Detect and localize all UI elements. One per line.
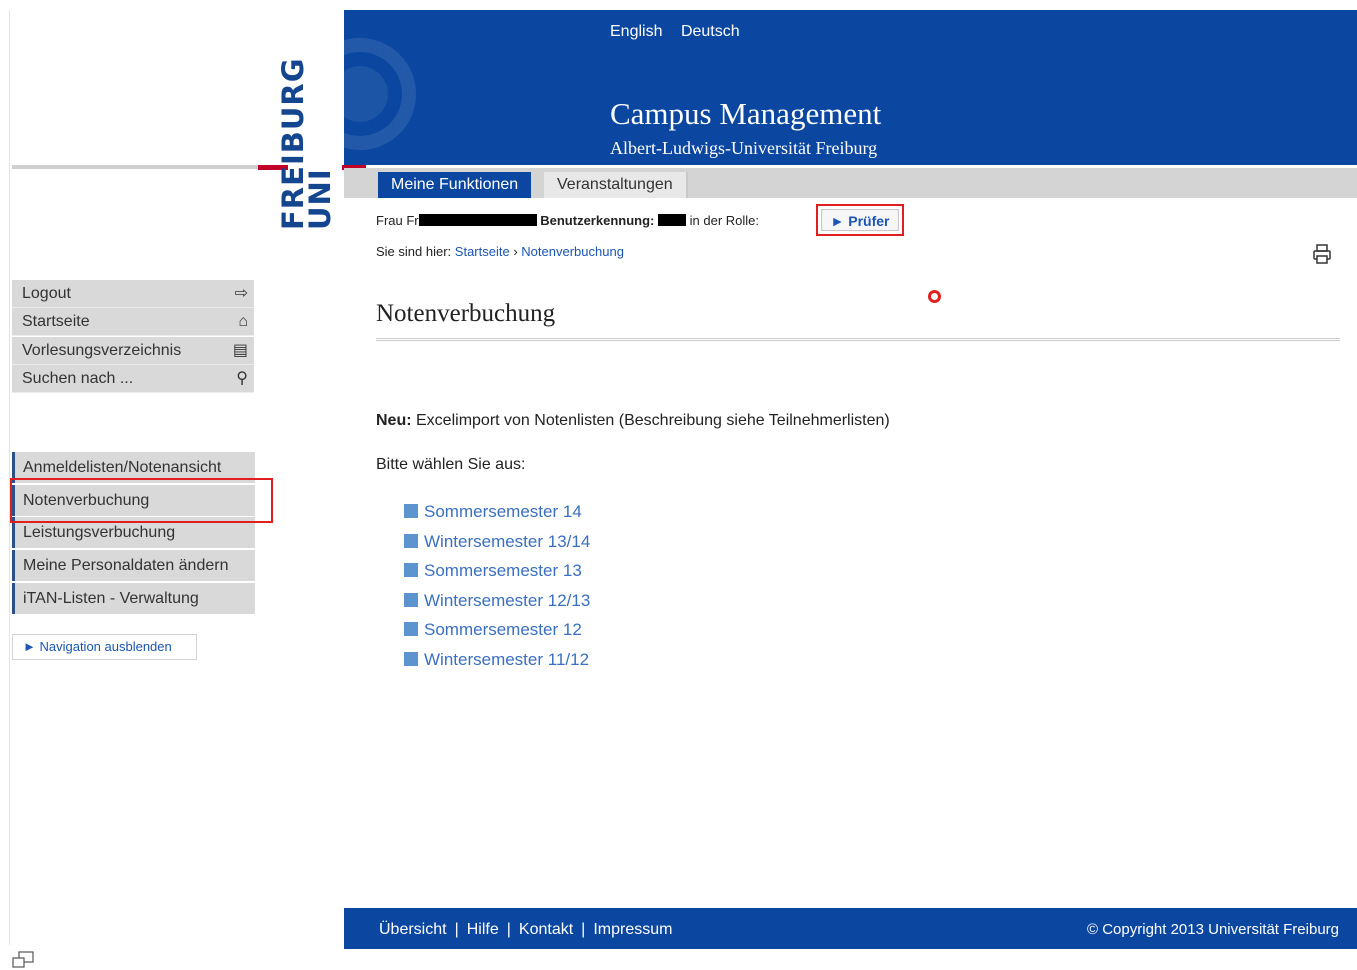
- site-footer: Übersicht | Hilfe | Kontakt | Impressum © Copy…: [344, 908, 1357, 949]
- breadcrumb-separator: ›: [513, 244, 518, 259]
- redacted-id: [658, 214, 686, 226]
- sidebar-item-label: Vorlesungsverzeichnis: [22, 341, 182, 359]
- tab-veranstaltungen[interactable]: Veranstaltungen: [544, 172, 688, 198]
- university-logo[interactable]: FREIBURG UNI: [276, 57, 337, 230]
- title-divider: [376, 338, 1340, 341]
- tab-bar: Meine Funktionen Veranstaltungen: [344, 168, 1357, 198]
- sidebar-item-itan-listen[interactable]: iTAN-Listen - Verwaltung: [12, 582, 255, 614]
- breadcrumb-startseite[interactable]: Startseite: [455, 244, 510, 259]
- breadcrumb: Sie sind hier: Startseite › Notenverbuch…: [376, 244, 624, 259]
- bullet-square-icon: [404, 504, 418, 518]
- catalog-icon: ▤: [232, 341, 248, 359]
- bullet-square-icon: [404, 622, 418, 637]
- language-switcher: English Deutsch: [610, 23, 754, 41]
- role-highlight: ► Prüfer: [816, 204, 904, 236]
- sidebar-item-vorlesungsverzeichnis[interactable]: Vorlesungsverzeichnis ▤: [12, 336, 254, 365]
- logout-icon: ⇨: [234, 285, 248, 302]
- nav-highlight: [10, 478, 273, 523]
- cursor-marker: [928, 290, 941, 303]
- semester-label: Wintersemester 13/14: [424, 531, 591, 551]
- user-id-label: Benutzerkennung:: [540, 213, 655, 228]
- redacted-name: [418, 214, 537, 226]
- page-title: Notenverbuchung: [376, 300, 556, 327]
- enlarge-icon[interactable]: [10, 950, 38, 970]
- tab-meine-funktionen[interactable]: Meine Funktionen: [378, 172, 532, 198]
- semester-label: Sommersemester 13: [424, 561, 582, 581]
- news-label: Neu:: [376, 412, 412, 429]
- semester-label: Sommersemester 12: [424, 620, 582, 640]
- sidebar-item-label: Suchen nach ...: [22, 369, 134, 387]
- semester-link[interactable]: Sommersemester 13: [404, 561, 590, 591]
- semester-link[interactable]: Wintersemester 11/12: [404, 650, 590, 680]
- footer-link-kontakt[interactable]: Kontakt: [519, 921, 573, 938]
- site-title: Campus Management: [610, 96, 882, 131]
- role-pruefer-button[interactable]: ► Prüfer: [821, 209, 899, 231]
- logo-uni: UNI: [303, 168, 337, 230]
- sidebar-function-nav: Anmeldelisten/Notenansicht Notenverbuchu…: [12, 452, 255, 615]
- site-subtitle: Albert-Ludwigs-Universität Freiburg: [610, 138, 878, 158]
- sidebar-item-personaldaten[interactable]: Meine Personaldaten ändern: [12, 550, 255, 582]
- search-icon: ⚲: [236, 369, 248, 387]
- footer-separator: |: [581, 921, 586, 938]
- bullet-square-icon: [404, 563, 418, 578]
- copyright-text: © Copyright 2013 Universität Freiburg: [1087, 921, 1339, 938]
- footer-link-uebersicht[interactable]: Übersicht: [379, 921, 447, 938]
- breadcrumb-prefix: Sie sind hier:: [376, 244, 452, 259]
- sidebar-item-logout[interactable]: Logout ⇨: [12, 280, 254, 308]
- semester-link[interactable]: Sommersemester 12: [404, 620, 590, 650]
- user-info: Frau Fr Benutzerkennung: in der Rolle:: [376, 213, 759, 228]
- sidebar-item-label: Startseite: [22, 313, 90, 331]
- semester-link[interactable]: Wintersemester 12/13: [404, 591, 590, 621]
- print-icon[interactable]: [1312, 244, 1332, 270]
- bullet-square-icon: [404, 592, 418, 607]
- news-text: Neu: Excelimport von Notenlisten (Beschr…: [376, 412, 890, 430]
- bullet-square-icon: [404, 651, 418, 666]
- sidebar-item-startseite[interactable]: Startseite ⌂: [12, 308, 254, 337]
- semester-label: Wintersemester 11/12: [424, 649, 590, 669]
- sidebar-top-nav: Logout ⇨ Startseite ⌂ Vorlesungsverzeich…: [12, 280, 254, 393]
- semester-list: Sommersemester 14 Wintersemester 13/14 S…: [404, 502, 590, 680]
- sidebar-item-suchen[interactable]: Suchen nach ... ⚲: [12, 364, 254, 393]
- semester-label: Sommersemester 14: [424, 502, 582, 521]
- user-salutation: Frau Fr: [376, 213, 419, 228]
- choose-text: Bitte wählen Sie aus:: [376, 456, 526, 473]
- lang-english[interactable]: English: [610, 23, 662, 40]
- footer-link-impressum[interactable]: Impressum: [593, 921, 672, 938]
- footer-link-hilfe[interactable]: Hilfe: [467, 921, 499, 938]
- footer-links: Übersicht | Hilfe | Kontakt | Impressum: [379, 921, 672, 939]
- bullet-square-icon: [404, 533, 418, 548]
- site-header: English Deutsch Campus Management Albert…: [344, 10, 1357, 165]
- breadcrumb-notenverbuchung[interactable]: Notenverbuchung: [521, 244, 624, 259]
- sidebar-item-label: Logout: [22, 285, 71, 302]
- semester-link[interactable]: Wintersemester 13/14: [404, 532, 590, 562]
- footer-separator: |: [454, 921, 459, 938]
- hide-navigation-button[interactable]: ► Navigation ausblenden: [12, 634, 197, 660]
- footer-separator: |: [506, 921, 511, 938]
- home-icon: ⌂: [238, 313, 248, 331]
- news-body: Excelimport von Notenlisten (Beschreibun…: [411, 412, 890, 429]
- main-content: Frau Fr Benutzerkennung: in der Rolle: ►…: [344, 198, 1357, 908]
- semester-label: Wintersemester 12/13: [424, 590, 591, 610]
- semester-link[interactable]: Sommersemester 14: [404, 502, 590, 532]
- logo-rule: [12, 165, 258, 169]
- role-label: in der Rolle:: [689, 213, 759, 228]
- lang-deutsch[interactable]: Deutsch: [681, 23, 740, 40]
